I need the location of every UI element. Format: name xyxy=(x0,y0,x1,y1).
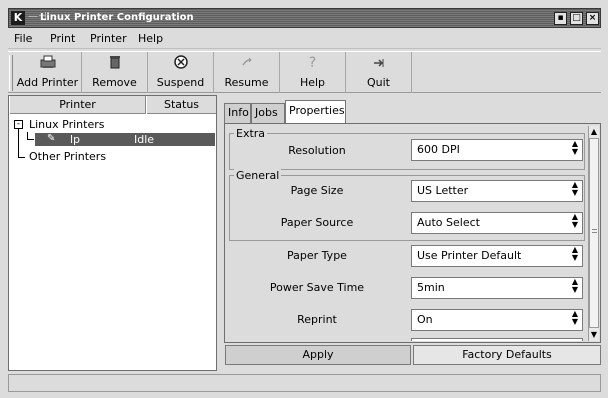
collapse-toggle-icon[interactable]: - xyxy=(14,120,23,129)
suspend-icon xyxy=(148,54,213,72)
resume-icon xyxy=(214,54,279,72)
vertical-scrollbar[interactable]: ▲ ▼ xyxy=(588,126,599,341)
power-save-time-value: 5min xyxy=(417,281,445,294)
column-printer[interactable]: Printer xyxy=(9,96,146,114)
window-title: Linux Printer Configuration xyxy=(40,12,194,23)
quit-label: Quit xyxy=(367,76,390,89)
toolbar-grip[interactable] xyxy=(9,55,13,91)
suspend-button[interactable]: Suspend xyxy=(148,52,214,93)
help-button[interactable]: ? Help xyxy=(280,52,346,93)
title-bar[interactable]: K —⊣ Linux Printer Configuration ▪ □ × xyxy=(8,8,601,28)
reprint-label: Reprint xyxy=(297,313,337,326)
tree-line xyxy=(18,157,25,158)
kde-logo-icon[interactable]: K xyxy=(11,11,25,25)
reprint-select[interactable]: On ▲ ▼ xyxy=(411,309,583,331)
tree-group-linux-printers[interactable]: Linux Printers xyxy=(29,118,104,131)
menu-print[interactable]: Print xyxy=(50,32,75,45)
resolution-label: Resolution xyxy=(288,144,346,157)
resume-button[interactable]: Resume xyxy=(214,52,280,93)
tree-line xyxy=(27,139,34,140)
paper-source-select[interactable]: Auto Select ▲ ▼ xyxy=(411,212,583,234)
divider xyxy=(229,240,585,241)
tab-jobs[interactable]: Jobs xyxy=(251,103,285,123)
scrollbar-thumb[interactable] xyxy=(589,138,599,328)
quit-button[interactable]: Quit xyxy=(346,52,412,93)
tab-properties[interactable]: Properties xyxy=(285,100,346,124)
spin-arrows-icon: ▲ ▼ xyxy=(571,180,578,197)
properties-scroll-area[interactable]: Extra Resolution 600 DPI ▲ ▼ General Page… xyxy=(227,126,587,341)
menu-bar: File Print Printer Help xyxy=(8,29,601,49)
paper-type-select[interactable]: Use Printer Default ▲ ▼ xyxy=(411,245,583,267)
help-label: Help xyxy=(299,76,326,89)
quit-icon xyxy=(346,54,411,72)
trash-icon xyxy=(82,54,147,72)
power-save-time-select[interactable]: 5min ▲ ▼ xyxy=(411,277,583,299)
suspend-label: Suspend xyxy=(156,76,205,89)
paper-type-label: Paper Type xyxy=(287,249,347,262)
next-property-select[interactable] xyxy=(411,338,583,341)
printer-name[interactable]: lp xyxy=(70,133,80,146)
spin-arrows-icon: ▲ ▼ xyxy=(571,139,578,156)
tree-line xyxy=(18,124,19,158)
reprint-value: On xyxy=(417,313,433,326)
page-size-label: Page Size xyxy=(290,184,344,197)
properties-page: Extra Resolution 600 DPI ▲ ▼ General Page… xyxy=(224,123,601,343)
resume-label: Resume xyxy=(224,76,269,89)
spin-arrows-icon: ▲ ▼ xyxy=(571,309,578,326)
apply-button[interactable]: Apply xyxy=(225,345,411,365)
printer-config-window: K —⊣ Linux Printer Configuration ▪ □ × F… xyxy=(0,0,608,398)
scroll-up-icon[interactable]: ▲ xyxy=(589,126,599,137)
add-printer-label: Add Printer xyxy=(16,76,79,89)
resolution-select[interactable]: 600 DPI ▲ ▼ xyxy=(411,139,583,161)
toolbar: Add Printer Remove Suspend Resume ? Help xyxy=(8,51,601,93)
menu-file[interactable]: File xyxy=(14,32,32,45)
printer-details-panel: Info Jobs Properties Extra Resolution 60… xyxy=(223,95,601,371)
add-printer-button[interactable]: Add Printer xyxy=(14,52,82,93)
remove-button[interactable]: Remove xyxy=(82,52,148,93)
page-size-value: US Letter xyxy=(417,184,469,197)
printer-add-icon xyxy=(14,54,81,72)
remove-label: Remove xyxy=(92,76,137,89)
paper-source-label: Paper Source xyxy=(280,216,354,229)
minimize-icon[interactable]: ▪ xyxy=(554,12,567,25)
maximize-icon[interactable]: □ xyxy=(570,12,583,25)
column-status[interactable]: Status xyxy=(146,96,216,114)
spin-arrows-icon: ▲ ▼ xyxy=(571,245,578,262)
spin-arrows-icon: ▲ ▼ xyxy=(571,277,578,294)
printer-status: Idle xyxy=(134,133,155,146)
power-save-time-label: Power Save Time xyxy=(269,281,365,294)
resolution-value: 600 DPI xyxy=(417,143,460,156)
printer-tree-panel: Printer Status - Linux Printers ✎ lp Idl… xyxy=(8,95,217,371)
page-size-select[interactable]: US Letter ▲ ▼ xyxy=(411,180,583,202)
menu-printer[interactable]: Printer xyxy=(90,32,127,45)
menu-help[interactable]: Help xyxy=(138,32,163,45)
group-general-title: General xyxy=(234,169,282,182)
paper-source-value: Auto Select xyxy=(417,216,480,229)
group-extra-title: Extra xyxy=(234,127,268,140)
tree-group-other-printers[interactable]: Other Printers xyxy=(29,150,106,163)
printer-row-selected[interactable] xyxy=(35,133,215,146)
help-icon: ? xyxy=(308,55,317,71)
printer-icon: ✎ xyxy=(47,133,56,144)
spin-arrows-icon: ▲ ▼ xyxy=(571,212,578,229)
paper-type-value: Use Printer Default xyxy=(417,249,522,262)
printer-list-header: Printer Status xyxy=(9,96,216,114)
status-bar xyxy=(8,374,601,392)
factory-defaults-button[interactable]: Factory Defaults xyxy=(413,345,601,365)
close-icon[interactable]: × xyxy=(586,12,599,25)
scroll-down-icon[interactable]: ▼ xyxy=(589,329,599,340)
tab-info[interactable]: Info xyxy=(224,103,251,123)
